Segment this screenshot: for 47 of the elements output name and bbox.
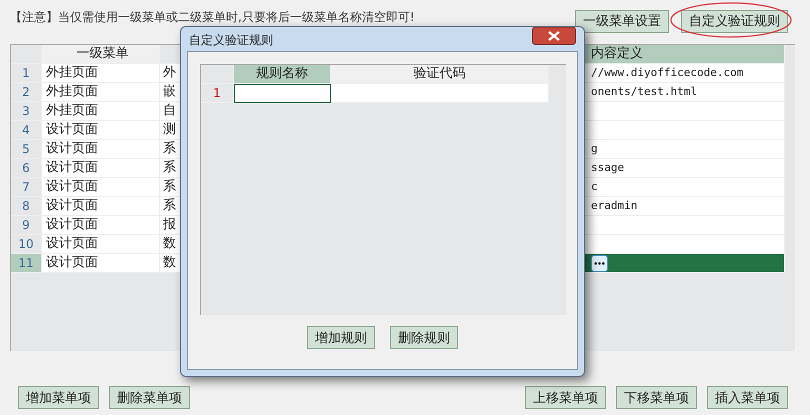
row-number: 1 <box>201 84 234 103</box>
table-cell: //www.diyofficecode.com <box>585 64 785 83</box>
table-cell: eradmin <box>585 197 785 216</box>
table-cell: 外挂页面 <box>42 102 160 121</box>
row-number: 6 <box>11 159 42 178</box>
dialog-title: 自定义验证规则 <box>189 32 273 49</box>
table-cell: 设计页面 <box>42 159 160 178</box>
table-cell: 设计页面 <box>42 235 160 254</box>
column-header: 一级菜单 <box>42 45 160 64</box>
rule-button[interactable]: 增加规则 <box>307 326 375 349</box>
table-cell: 外挂页面 <box>42 83 160 102</box>
menu-item-button[interactable]: 上移菜单项 <box>525 386 606 409</box>
rule-button[interactable]: 删除规则 <box>390 326 458 349</box>
input-field[interactable] <box>234 84 331 103</box>
row-number: 10 <box>11 235 42 254</box>
row-number: 2 <box>11 83 42 102</box>
menu-item-button[interactable]: 删除菜单项 <box>109 386 190 409</box>
table-cell: 设计页面 <box>42 121 160 140</box>
table-cell: 设计页面 <box>42 216 160 235</box>
table-cell: 外挂页面 <box>42 64 160 83</box>
more-icon[interactable] <box>591 254 608 272</box>
settings-button[interactable]: 自定义验证规则 <box>681 10 788 32</box>
row-number: 7 <box>11 178 42 197</box>
table-cell: ssage <box>585 159 785 178</box>
menu-item-button[interactable]: 增加菜单项 <box>18 386 99 409</box>
row-number: 5 <box>11 140 42 159</box>
menu-item-button[interactable]: 插入菜单项 <box>707 386 788 409</box>
row-number: 8 <box>11 197 42 216</box>
row-number: 1 <box>11 64 42 83</box>
settings-button[interactable]: 一级菜单设置 <box>575 10 669 32</box>
notice-text: 【注意】当仅需使用一级菜单或二级菜单时,只要将后一级菜单名称清空即可! <box>10 11 415 24</box>
table-cell: g <box>585 140 785 159</box>
menu-item-button[interactable]: 下移菜单项 <box>616 386 697 409</box>
row-number: 4 <box>11 121 42 140</box>
table-cell: onents/test.html <box>585 83 785 102</box>
table-cell: 设计页面 <box>42 254 160 273</box>
table-cell: 设计页面 <box>42 140 160 159</box>
column-header: 规则名称 <box>234 65 331 84</box>
column-header: 验证代码 <box>331 65 549 84</box>
row-number: 11 <box>11 254 42 273</box>
table-cell: 设计页面 <box>42 178 160 197</box>
table-cell: c <box>585 178 785 197</box>
row-number: 3 <box>11 102 42 121</box>
close-icon[interactable] <box>532 27 576 45</box>
row-number: 9 <box>11 216 42 235</box>
column-header: 内容定义 <box>585 45 785 64</box>
table-cell: 设计页面 <box>42 197 160 216</box>
